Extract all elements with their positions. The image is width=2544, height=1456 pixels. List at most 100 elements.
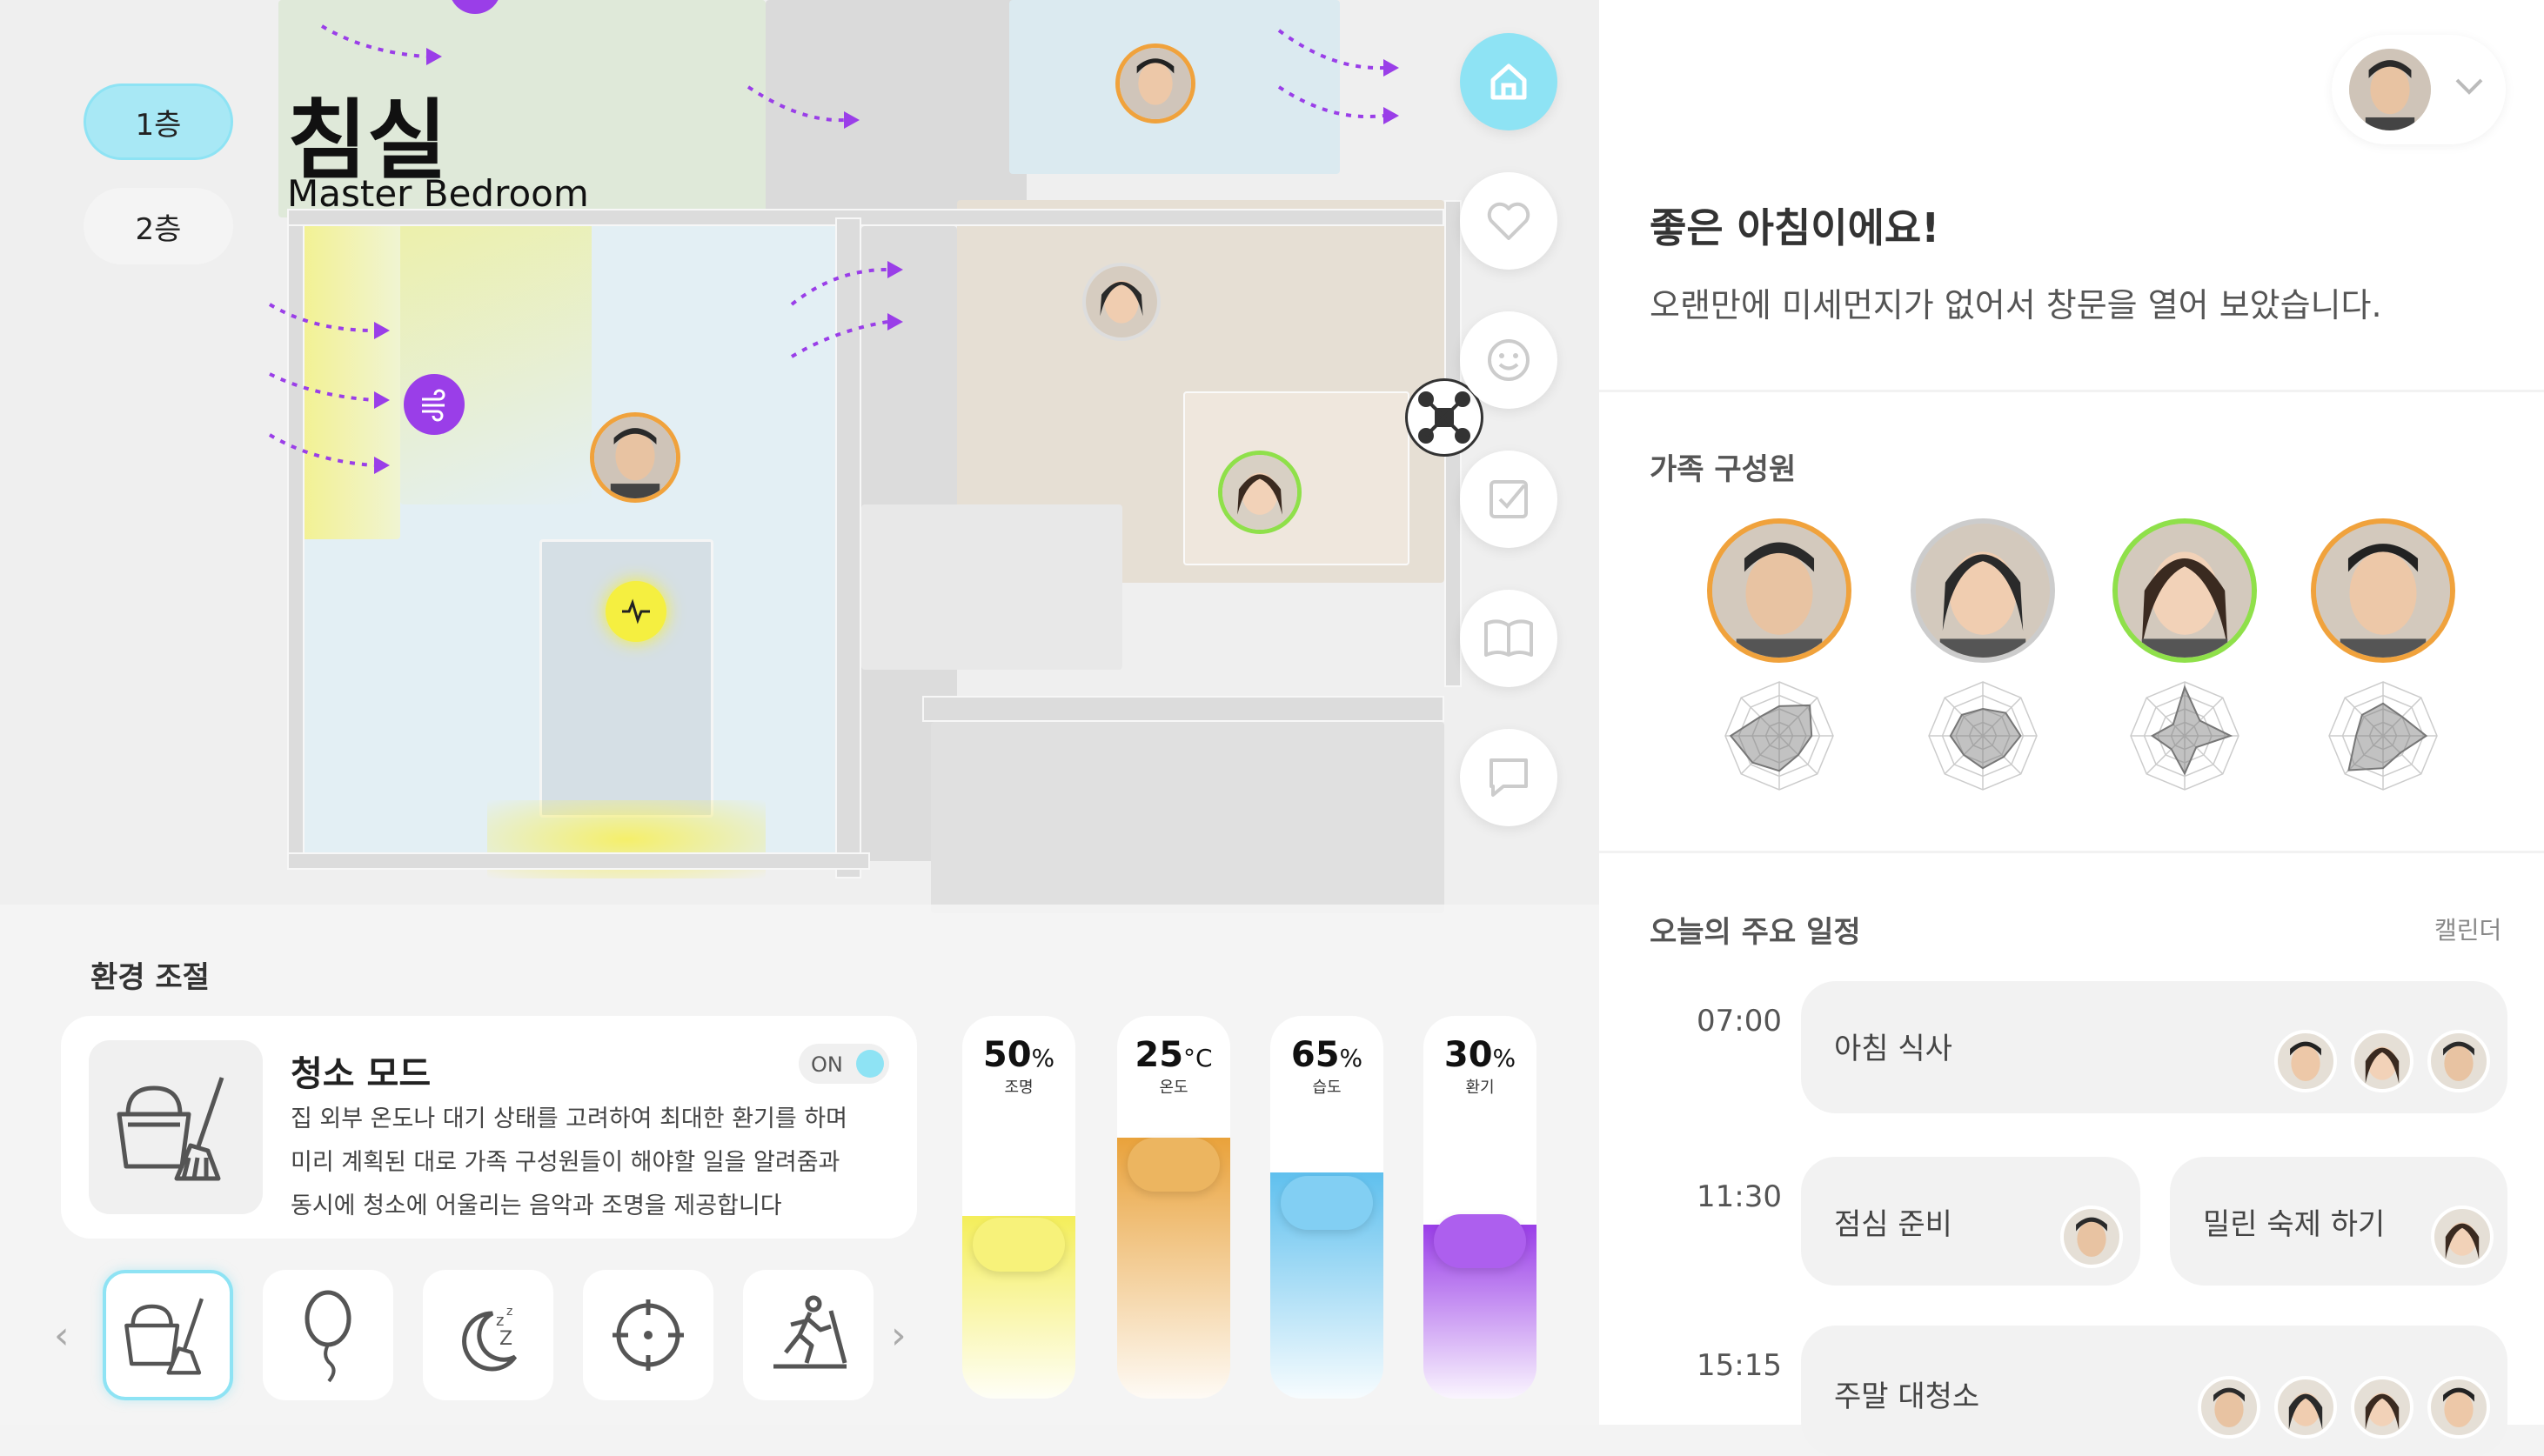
event-title: 아침 식사 (1834, 1032, 1952, 1066)
lighting-knob[interactable] (973, 1218, 1065, 1272)
mode-cleaning-button[interactable] (103, 1270, 233, 1400)
svg-text:Z: Z (499, 1328, 512, 1350)
mode-description: 집 외부 온도나 대기 상태를 고려하여 최대한 환기를 하며 미리 계획된 대… (291, 1098, 847, 1228)
chat-button[interactable] (1460, 729, 1557, 826)
chevron-down-icon (2455, 78, 2483, 95)
mode-party-button[interactable] (263, 1270, 393, 1400)
greeting-message: 오랜만에 미세먼지가 없어서 창문을 열어 보았습니다. (1650, 286, 2382, 324)
family-member-son[interactable] (2311, 518, 2455, 663)
radar-chart-son (2322, 675, 2444, 797)
mode-exercise-button[interactable] (743, 1270, 874, 1400)
time-1515: 15:15 (1697, 1348, 1782, 1383)
event-lunch-prep[interactable]: 점심 준비 (1801, 1157, 2140, 1286)
mode-toggle[interactable]: ON (799, 1044, 889, 1084)
event-weekend-cleaning[interactable]: 주말 대청소 (1801, 1326, 2507, 1456)
temperature-value: 25°C (1117, 1035, 1230, 1075)
sleep-icon: z zZ (462, 1305, 518, 1372)
balloon-icon (305, 1290, 351, 1383)
avatar (2349, 49, 2431, 130)
home-icon (1490, 63, 1527, 100)
lighting-value: 50% (962, 1035, 1075, 1075)
profile-switcher[interactable] (2332, 35, 2506, 144)
tasks-button[interactable] (1460, 451, 1557, 548)
sensor-device-icon[interactable] (606, 581, 666, 642)
lighting-slider[interactable]: 50% 조명 (962, 1016, 1075, 1399)
avatar (2351, 1376, 2413, 1439)
book-button[interactable] (1460, 590, 1557, 687)
event-title: 밀린 숙제 하기 (2203, 1207, 2386, 1242)
toggle-label: ON (811, 1052, 843, 1077)
svg-text:z: z (506, 1305, 512, 1319)
divider (1599, 390, 2544, 392)
humidity-slider[interactable]: 65% 습도 (1270, 1016, 1383, 1399)
temperature-number: 25 (1135, 1035, 1184, 1075)
mode-prev-button[interactable]: ‹ (54, 1313, 70, 1358)
lighting-number: 50 (982, 1035, 1032, 1075)
family-member-daughter[interactable] (2112, 518, 2257, 663)
target-icon (613, 1299, 684, 1371)
temperature-slider[interactable]: 25°C 온도 (1117, 1016, 1230, 1399)
mode-sleep-button[interactable]: zzZ (423, 1270, 553, 1400)
favorites-button[interactable] (1460, 172, 1557, 270)
avatar (2060, 1206, 2123, 1268)
humidity-value: 65% (1270, 1035, 1383, 1075)
mode-card: 청소 모드 ON 집 외부 온도나 대기 상태를 고려하여 최대한 환기를 하며… (61, 1016, 917, 1239)
time-0700: 07:00 (1697, 1004, 1782, 1039)
person-marker-son[interactable] (1115, 43, 1195, 124)
ventilation-knob[interactable] (1434, 1214, 1526, 1268)
humidity-label: 습도 (1312, 1079, 1342, 1097)
event-title: 주말 대청소 (1834, 1379, 1980, 1414)
book-icon (1484, 619, 1533, 657)
family-title: 가족 구성원 (1650, 452, 1797, 487)
floor-1-button[interactable]: 1층 (84, 83, 233, 160)
event-breakfast[interactable]: 아침 식사 (1801, 981, 2507, 1113)
info-panel: 좋은 아침이에요! 오랜만에 미세먼지가 없어서 창문을 열어 보았습니다. 가… (1599, 0, 2544, 1456)
avatar (2427, 1376, 2490, 1439)
wall (287, 852, 870, 870)
floor-2-button[interactable]: 2층 (84, 188, 233, 264)
person-marker-mother[interactable] (1082, 263, 1161, 341)
humidity-unit: % (1339, 1044, 1363, 1072)
family-member-mother[interactable] (1911, 518, 2055, 663)
humidity-number: 65 (1290, 1035, 1340, 1075)
mood-button[interactable] (1460, 311, 1557, 409)
person-marker-daughter[interactable] (1218, 451, 1302, 534)
fan-device-icon[interactable] (404, 374, 465, 435)
home-button[interactable] (1460, 33, 1557, 130)
toggle-knob (856, 1050, 884, 1078)
greeting-title: 좋은 아침이에요! (1650, 204, 1940, 251)
event-homework[interactable]: 밀린 숙제 하기 (2170, 1157, 2507, 1286)
mode-focus-button[interactable] (583, 1270, 713, 1400)
avatar (2274, 1376, 2337, 1439)
chat-icon (1490, 758, 1528, 797)
treadmill-icon (773, 1295, 847, 1369)
event-title: 점심 준비 (1834, 1207, 1952, 1242)
ventilation-value: 30% (1423, 1035, 1536, 1075)
cleaning-icon (124, 1298, 204, 1375)
mode-desc-line-1: 집 외부 온도나 대기 상태를 고려하여 최대한 환기를 하며 (291, 1105, 847, 1132)
temperature-unit: °C (1183, 1044, 1213, 1072)
schedule-title: 오늘의 주요 일정 (1650, 915, 1861, 950)
svg-text:z: z (496, 1312, 504, 1330)
radar-chart-mother (1922, 675, 2044, 797)
temperature-knob[interactable] (1128, 1138, 1220, 1192)
person-marker-father[interactable] (590, 412, 680, 503)
avatar (2431, 1206, 2494, 1268)
avatar (2351, 1030, 2413, 1092)
avatar (2198, 1376, 2260, 1439)
bed[interactable] (539, 539, 713, 818)
calendar-link[interactable]: 캘린더 (2434, 912, 2501, 946)
heart-icon (1487, 202, 1530, 240)
family-member-father[interactable] (1707, 518, 1851, 663)
smiley-icon (1488, 339, 1530, 381)
ventilation-unit: % (1492, 1044, 1516, 1072)
mode-title: 청소 모드 (291, 1054, 432, 1094)
ventilation-label: 환기 (1465, 1079, 1495, 1097)
lighting-unit: % (1031, 1044, 1055, 1072)
ventilation-slider[interactable]: 30% 환기 (1423, 1016, 1536, 1399)
lighting-label: 조명 (1004, 1079, 1034, 1097)
humidity-knob[interactable] (1281, 1176, 1373, 1230)
mode-desc-line-3: 동시에 청소에 어울리는 음악과 조명을 제공합니다 (291, 1192, 782, 1219)
mode-next-button[interactable]: › (891, 1313, 907, 1358)
room-bottom (931, 722, 1444, 913)
